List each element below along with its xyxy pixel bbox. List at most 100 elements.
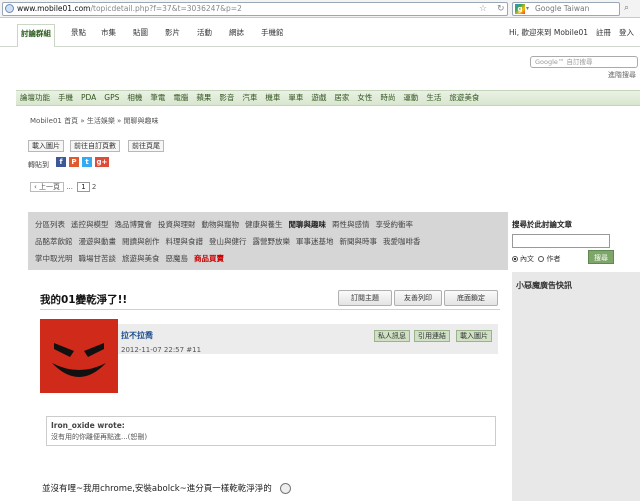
category-item[interactable]: GPS	[104, 91, 119, 105]
tab-gallery[interactable]: 貼圖	[133, 27, 148, 38]
private-message-button[interactable]: 私人訊息	[374, 330, 410, 342]
forum-link[interactable]: 動物與寵物	[202, 216, 240, 233]
forum-link[interactable]: 漫遊與動畫	[79, 233, 117, 250]
author-radio[interactable]	[538, 256, 545, 262]
category-item[interactable]: PDA	[81, 91, 96, 105]
forum-link[interactable]: 逸品博覽會	[115, 216, 153, 233]
goto-last-page-button[interactable]: 前往頁尾	[128, 140, 164, 152]
lock-bottom-button[interactable]: 底面鎖定	[444, 290, 498, 306]
category-item[interactable]: 女性	[357, 91, 372, 105]
forum-link[interactable]: 軍事迷基地	[296, 233, 334, 250]
topic-search-button[interactable]: 搜尋	[588, 250, 614, 264]
tab-phone-hall[interactable]: 手機館	[261, 27, 284, 38]
load-images-button[interactable]: 載入圖片	[28, 140, 64, 152]
category-item[interactable]: 時尚	[380, 91, 395, 105]
top-navigation: 討論群組 景點 市集 貼圖 影片 活動 網誌 手機館 Hi, 歡迎來到 Mobi…	[0, 19, 640, 47]
forum-link[interactable]: 兩性與感情	[332, 216, 370, 233]
search-icon[interactable]: ⌕	[624, 3, 629, 13]
forum-link[interactable]: 品酩萃飲館	[35, 233, 73, 250]
bookmark-star-icon[interactable]: ☆	[479, 3, 487, 15]
site-search-input[interactable]: Google™ 自訂搜尋	[530, 56, 638, 68]
post-meta: 2012-11-07 22:57 #11	[121, 346, 202, 354]
prev-page-button[interactable]: ‹ 上一頁	[30, 182, 65, 192]
avatar[interactable]	[40, 319, 118, 393]
tab-videos[interactable]: 影片	[165, 27, 180, 38]
forum-link-marketplace[interactable]: 商品買賣	[194, 250, 224, 267]
category-item[interactable]: 相機	[127, 91, 142, 105]
category-item[interactable]: 生活	[426, 91, 441, 105]
category-item[interactable]: 汽車	[242, 91, 257, 105]
forum-link[interactable]: 新聞與時事	[340, 233, 378, 250]
category-item[interactable]: 遊戲	[311, 91, 326, 105]
login-link[interactable]: 登入	[619, 28, 634, 37]
category-bar: 論壇功能 手機 PDA GPS 相機 筆電 電腦 蘋果 影音 汽車 機車 單車 遊戲 居家 女性 時尚 運動 生活…	[16, 90, 640, 106]
page-2-link[interactable]: 2	[92, 183, 96, 191]
category-item[interactable]: 蘋果	[196, 91, 211, 105]
google-icon: g	[515, 4, 525, 14]
subscribe-button[interactable]: 訂閱主題	[338, 290, 392, 306]
reload-icon[interactable]: ↻	[497, 3, 505, 15]
category-item[interactable]: 居家	[334, 91, 349, 105]
category-item[interactable]: 筆電	[150, 91, 165, 105]
goto-custom-page-button[interactable]: 前往自訂頁數	[70, 140, 120, 152]
forum-link[interactable]: 我愛咖啡香	[383, 233, 421, 250]
content-radio[interactable]	[512, 256, 518, 262]
forum-link[interactable]: 旅遊與美食	[122, 250, 160, 267]
category-item[interactable]: 影音	[219, 91, 234, 105]
forum-link[interactable]: 分區列表	[35, 216, 65, 233]
tab-spots[interactable]: 景點	[71, 27, 86, 38]
facebook-icon[interactable]: f	[56, 157, 66, 167]
forum-link[interactable]: 閒聊與趣味	[289, 216, 327, 233]
share-label: 轉貼到	[28, 161, 49, 169]
category-item[interactable]: 論壇功能	[20, 91, 50, 105]
twitter-icon[interactable]: t	[82, 157, 92, 167]
category-item[interactable]: 旅遊美食	[449, 91, 479, 105]
smiley-icon	[279, 483, 291, 494]
google-plus-icon[interactable]: g+	[95, 157, 109, 167]
tab-market[interactable]: 市集	[101, 27, 116, 38]
forum-link[interactable]: 惡魔島	[166, 250, 189, 267]
category-item[interactable]: 手機	[58, 91, 73, 105]
category-item[interactable]: 運動	[403, 91, 418, 105]
forum-link[interactable]: 掌中取光明	[35, 250, 73, 267]
content-option-label: 內文	[520, 255, 534, 263]
globe-icon	[5, 4, 14, 13]
register-link[interactable]: 註冊	[596, 28, 611, 37]
chevron-down-icon[interactable]: ▾	[526, 3, 529, 15]
search-engine-label: Google Taiwan	[535, 4, 590, 13]
breadcrumb[interactable]: Mobile01 首頁 » 生活娛樂 » 閒聊與趣味	[30, 116, 159, 126]
quote-text: 沒有用的你離便再點進...(恕刪)	[51, 433, 148, 441]
tab-forum-groups[interactable]: 討論群組	[17, 24, 55, 47]
ad-title: 小惡魔廣告快訊	[516, 281, 572, 290]
forum-link[interactable]: 露營野放樂	[253, 233, 291, 250]
category-item[interactable]: 單車	[288, 91, 303, 105]
topic-search-input[interactable]	[512, 234, 610, 248]
post-load-images-button[interactable]: 載入圖片	[456, 330, 492, 342]
tab-events[interactable]: 活動	[197, 27, 212, 38]
advanced-search-link[interactable]: 進階搜尋	[608, 70, 636, 80]
url-host: www.mobile01.com	[17, 4, 91, 13]
forum-link[interactable]: 登山與健行	[209, 233, 247, 250]
address-bar[interactable]: www.mobile01.com/topicdetail.php?f=37&t=…	[2, 2, 508, 16]
topic-search-panel: 搜尋於此討論文章 內文 作者 搜尋	[512, 219, 640, 264]
quote-link-button[interactable]: 引用連結	[414, 330, 450, 342]
current-page: 1	[77, 182, 90, 192]
forum-link[interactable]: 閱讀與創作	[122, 233, 160, 250]
plurk-icon[interactable]: P	[69, 157, 79, 167]
category-item[interactable]: 機車	[265, 91, 280, 105]
forum-link[interactable]: 投資與理財	[158, 216, 196, 233]
browser-search-box[interactable]: g ▾ Google Taiwan	[512, 2, 620, 16]
forum-link[interactable]: 職場甘苦談	[79, 250, 117, 267]
share-icons: f Pt g+	[56, 157, 112, 167]
post-body-text: 並沒有哩~我用chrome,安裝abolck~進分頁一樣乾乾淨淨的	[42, 484, 272, 494]
forum-link[interactable]: 健康與養生	[245, 216, 283, 233]
forum-link[interactable]: 享受約衝率	[376, 216, 414, 233]
user-greeting: Hi, 歡迎來到 Mobile01 註冊 登入	[501, 27, 634, 38]
greeting-text: Hi, 歡迎來到 Mobile01	[508, 28, 588, 37]
print-button[interactable]: 友善列印	[394, 290, 442, 306]
tab-blogs[interactable]: 網誌	[229, 27, 244, 38]
category-item[interactable]: 電腦	[173, 91, 188, 105]
forum-link[interactable]: 遙控與模型	[71, 216, 109, 233]
forum-link[interactable]: 料理與食譜	[166, 233, 204, 250]
post-author[interactable]: 拉不拉喬	[121, 330, 153, 341]
